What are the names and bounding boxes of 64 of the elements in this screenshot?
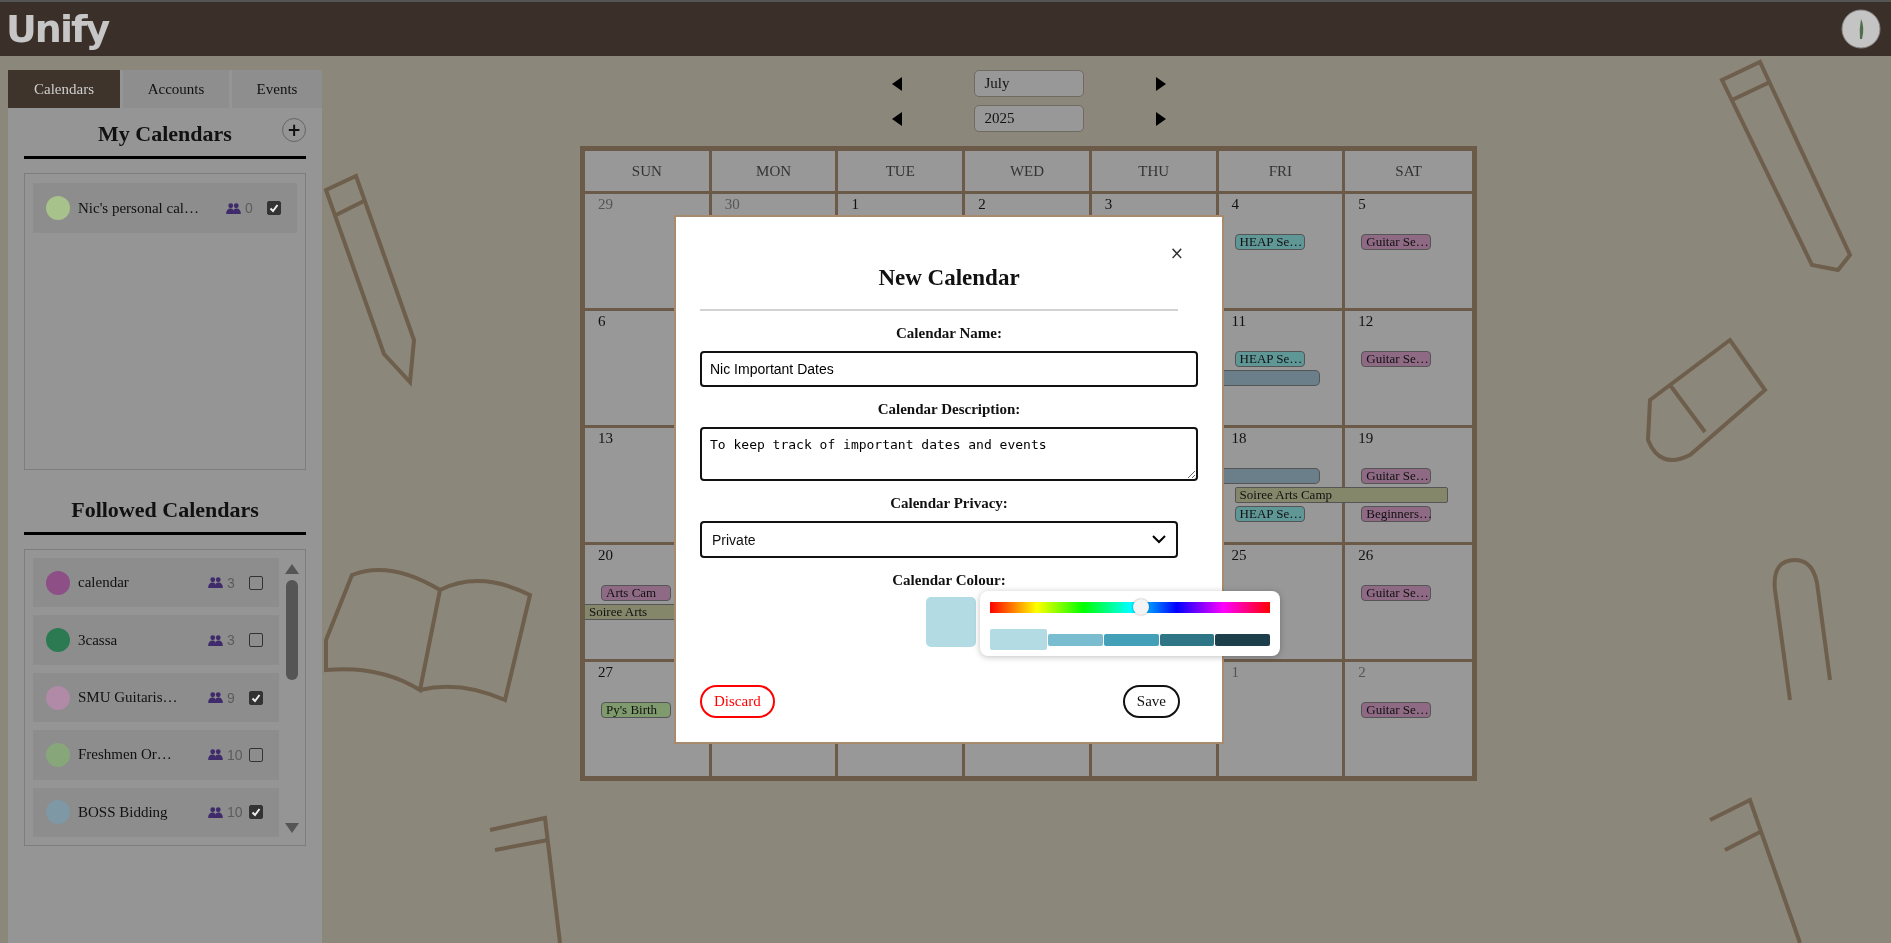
- weekday-header: TUE: [838, 151, 966, 194]
- weekday-header: WED: [965, 151, 1092, 194]
- section-title: My Calendars: [98, 121, 232, 147]
- day-number: 2: [1358, 665, 1366, 680]
- close-button[interactable]: ×: [1169, 243, 1184, 263]
- day-number: 5: [1358, 197, 1366, 212]
- day-number: 3: [1104, 197, 1113, 212]
- privacy-dropdown[interactable]: Private: [700, 521, 1178, 558]
- field-label: Calendar Name:: [895, 325, 1003, 342]
- day-number: 6: [598, 314, 606, 329]
- day-number: 12: [1358, 314, 1374, 329]
- month-field[interactable]: July: [973, 70, 1084, 97]
- day-number: 30: [724, 197, 740, 212]
- day-number: 26: [1358, 548, 1374, 563]
- section-title: Followed Calendars: [71, 497, 259, 523]
- calendar-name: 3cassa: [78, 631, 119, 649]
- day-number: 25: [1231, 548, 1247, 563]
- day-number: 18: [1231, 431, 1247, 446]
- weekday-header: SAT: [1345, 151, 1472, 194]
- event-chip[interactable]: HEAP Se…: [1234, 506, 1305, 522]
- event-chip[interactable]: HEAP Se…: [1234, 234, 1305, 250]
- description-field[interactable]: To keep track of important dates and events: [700, 427, 1198, 481]
- add-calendar-button[interactable]: +: [282, 118, 306, 142]
- day-number: 1: [851, 197, 859, 212]
- event-chip[interactable]: Guitar Se…: [1361, 351, 1432, 367]
- app-logo[interactable]: Unify: [6, 10, 109, 48]
- event-chip[interactable]: Arts Cam: [601, 585, 671, 601]
- weekday-header: THU: [1091, 151, 1219, 194]
- calendar-name: calendar: [78, 574, 130, 592]
- sidebar-tab[interactable]: Accounts: [123, 70, 229, 108]
- name-field[interactable]: Nic Important Dates: [700, 351, 1198, 387]
- save-button[interactable]: Save: [1122, 685, 1180, 718]
- day-number: 19: [1358, 431, 1374, 446]
- sidebar-tab[interactable]: Events: [232, 70, 322, 108]
- event-chip[interactable]: HEAP Se…: [1234, 351, 1305, 367]
- weekday-header: SUN: [585, 151, 712, 194]
- event-chip[interactable]: Guitar Se…: [1361, 702, 1432, 718]
- calendar-name: BOSS Bidding: [78, 803, 169, 821]
- calendar-name: Nic's personal cal…: [78, 199, 200, 217]
- event-chip[interactable]: Guitar Se…: [1361, 234, 1432, 250]
- event-chip[interactable]: Guitar Se…: [1361, 585, 1432, 601]
- calendar-name: Freshmen Or…: [78, 746, 173, 764]
- field-label: Calendar Description:: [876, 401, 1022, 418]
- day-number: 4: [1231, 197, 1240, 212]
- field-label: Calendar Privacy:: [889, 495, 1009, 512]
- weekday-header: MON: [711, 151, 839, 194]
- dialog-title: New Calendar: [877, 265, 1021, 291]
- day-number: 13: [598, 431, 613, 446]
- event-chip[interactable]: Guitar Se…: [1361, 468, 1432, 484]
- day-number: 27: [598, 665, 613, 680]
- day-number: 11: [1231, 314, 1246, 329]
- field-label: Calendar Colour:: [891, 572, 1007, 589]
- discard-button[interactable]: Discard: [700, 685, 775, 718]
- sidebar-tab[interactable]: Calendars: [8, 70, 120, 108]
- year-field[interactable]: 2025: [973, 105, 1084, 132]
- day-number: 1: [1231, 665, 1240, 680]
- day-number: 20: [598, 548, 613, 563]
- day-number: 29: [598, 197, 613, 212]
- weekday-header: FRI: [1218, 151, 1346, 194]
- day-number: 2: [978, 197, 986, 212]
- calendar-name: SMU Guitaris…: [78, 689, 179, 706]
- event-chip[interactable]: Beginners…: [1361, 506, 1432, 522]
- event-chip[interactable]: Py's Birth: [601, 702, 671, 718]
- event-chip[interactable]: Soiree Arts Camp: [1234, 487, 1448, 503]
